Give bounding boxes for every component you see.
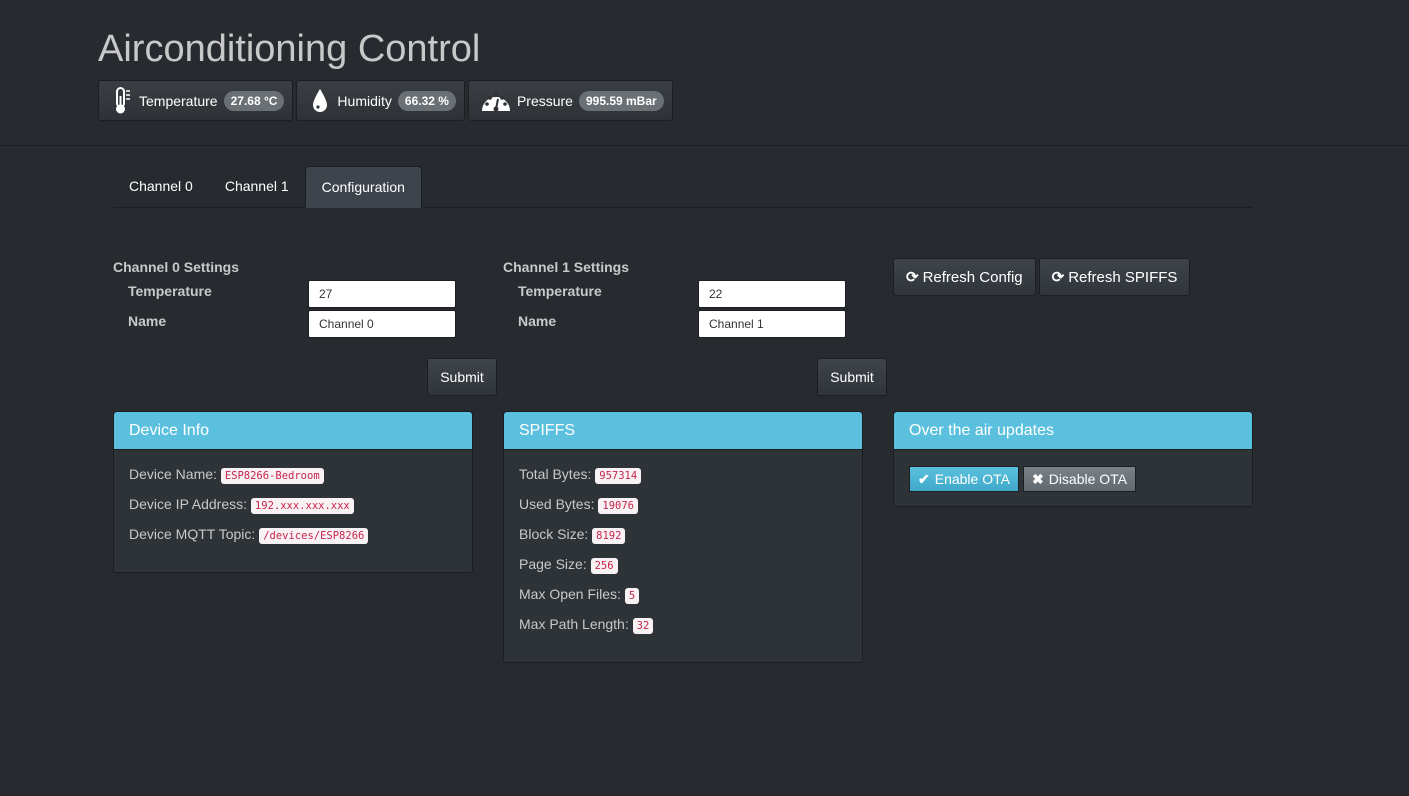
ota-button-group: ✔ Enable OTA ✖ Disable OTA xyxy=(909,464,1237,492)
page-header: Airconditioning Control Temperature 27.6… xyxy=(0,0,1409,146)
name-label: Name xyxy=(128,313,167,329)
sensor-humidity[interactable]: Humidity 66.32 % xyxy=(296,80,465,121)
info-label: Block Size: xyxy=(519,526,589,542)
button-label: Refresh SPIFFS xyxy=(1068,268,1178,286)
tab-channel-0[interactable]: Channel 0 xyxy=(113,166,209,207)
info-row: Block Size: 8192 xyxy=(519,524,847,554)
total-bytes-value: 957314 xyxy=(595,468,642,484)
refresh-icon: ⟳ xyxy=(1051,269,1065,286)
info-row: Device IP Address: 192.xxx.xxx.xxx xyxy=(129,494,457,524)
settings-title: Channel 0 Settings xyxy=(113,259,240,275)
sensor-pressure[interactable]: Pressure 995.59 mBar xyxy=(467,80,673,121)
button-label: Refresh Config xyxy=(922,268,1023,286)
info-row: Max Open Files: 5 xyxy=(519,584,847,614)
sensor-label: Temperature xyxy=(139,92,218,109)
gauge-icon xyxy=(481,88,511,114)
info-label: Total Bytes: xyxy=(519,466,592,482)
tab-channel-1[interactable]: Channel 1 xyxy=(209,166,305,207)
refresh-toolbar: ⟳ Refresh Config ⟳ Refresh SPIFFS xyxy=(893,258,1191,296)
device-info-panel: Device Info Device Name: ESP8266-Bedroom… xyxy=(113,411,473,573)
refresh-spiffs-button[interactable]: ⟳ Refresh SPIFFS xyxy=(1038,258,1191,296)
button-label: Enable OTA xyxy=(934,471,1010,487)
ota-panel: Over the air updates ✔ Enable OTA ✖ Disa… xyxy=(893,411,1253,507)
button-label: Disable OTA xyxy=(1048,471,1128,487)
info-row: Device MQTT Topic: /devices/ESP8266 xyxy=(129,524,457,554)
sensor-value-badge: 995.59 mBar xyxy=(578,90,664,111)
page-size-value: 256 xyxy=(590,558,618,574)
info-label: Max Path Length: xyxy=(519,616,629,632)
panel-title: Device Info xyxy=(114,412,472,450)
check-icon: ✔ xyxy=(918,470,930,487)
info-label: Device IP Address: xyxy=(129,496,248,512)
sensor-value-badge: 27.68 °C xyxy=(223,90,285,111)
spiffs-panel: SPIFFS Total Bytes: 957314 Used Bytes: 1… xyxy=(503,411,863,663)
enable-ota-button[interactable]: ✔ Enable OTA xyxy=(909,466,1019,492)
channel-0-submit-button[interactable]: Submit xyxy=(427,358,497,396)
tab-bar: Channel 0 Channel 1 Configuration xyxy=(113,166,1252,208)
used-bytes-value: 19076 xyxy=(598,498,638,514)
info-row: Total Bytes: 957314 xyxy=(519,464,847,494)
channel-1-name-input[interactable] xyxy=(698,310,846,338)
info-label: Device Name: xyxy=(129,466,217,482)
info-label: Device MQTT Topic: xyxy=(129,526,256,542)
tab-configuration[interactable]: Configuration xyxy=(304,166,422,208)
temperature-row: Temperature xyxy=(503,280,888,313)
temperature-row: Temperature xyxy=(113,280,498,313)
info-row: Max Path Length: 32 xyxy=(519,614,847,644)
sensor-label: Pressure xyxy=(516,92,573,109)
info-row: Page Size: 256 xyxy=(519,554,847,584)
info-label: Max Open Files: xyxy=(519,586,621,602)
panel-title: SPIFFS xyxy=(504,412,862,450)
info-row: Used Bytes: 19076 xyxy=(519,494,847,524)
temperature-label: Temperature xyxy=(518,283,602,299)
max-open-files-value: 5 xyxy=(624,588,640,604)
disable-ota-button[interactable]: ✖ Disable OTA xyxy=(1022,466,1137,492)
sensor-bar: Temperature 27.68 °C Humidity 66.32 % Pr… xyxy=(98,80,673,121)
temperature-label: Temperature xyxy=(128,283,212,299)
info-label: Page Size: xyxy=(519,556,587,572)
settings-title: Channel 1 Settings xyxy=(503,259,630,275)
refresh-config-button[interactable]: ⟳ Refresh Config xyxy=(893,258,1036,296)
close-icon: ✖ xyxy=(1031,470,1044,487)
sensor-label: Humidity xyxy=(337,92,392,109)
water-drop-icon xyxy=(309,88,331,114)
channel-1-submit-button[interactable]: Submit xyxy=(817,358,887,396)
channel-1-temperature-input[interactable] xyxy=(698,280,846,308)
name-row: Name xyxy=(113,310,498,343)
panel-title: Over the air updates xyxy=(894,412,1252,450)
thermometer-icon xyxy=(111,86,133,114)
device-mqtt-topic-value: /devices/ESP8266 xyxy=(259,528,369,544)
sensor-value-badge: 66.32 % xyxy=(397,90,456,111)
channel-0-name-input[interactable] xyxy=(308,310,456,338)
device-name-value: ESP8266-Bedroom xyxy=(220,468,324,484)
name-label: Name xyxy=(518,313,557,329)
device-ip-value: 192.xxx.xxx.xxx xyxy=(250,498,354,514)
name-row: Name xyxy=(503,310,888,343)
channel-1-settings: Channel 1 Settings Temperature Name xyxy=(503,259,888,343)
info-row: Device Name: ESP8266-Bedroom xyxy=(129,464,457,494)
channel-0-settings: Channel 0 Settings Temperature Name xyxy=(113,259,498,343)
sensor-temperature[interactable]: Temperature 27.68 °C xyxy=(98,80,294,121)
info-label: Used Bytes: xyxy=(519,496,595,512)
max-path-length-value: 32 xyxy=(632,618,654,634)
refresh-icon: ⟳ xyxy=(906,269,919,286)
page-title: Airconditioning Control xyxy=(98,28,481,70)
channel-0-temperature-input[interactable] xyxy=(308,280,456,308)
block-size-value: 8192 xyxy=(592,528,626,544)
